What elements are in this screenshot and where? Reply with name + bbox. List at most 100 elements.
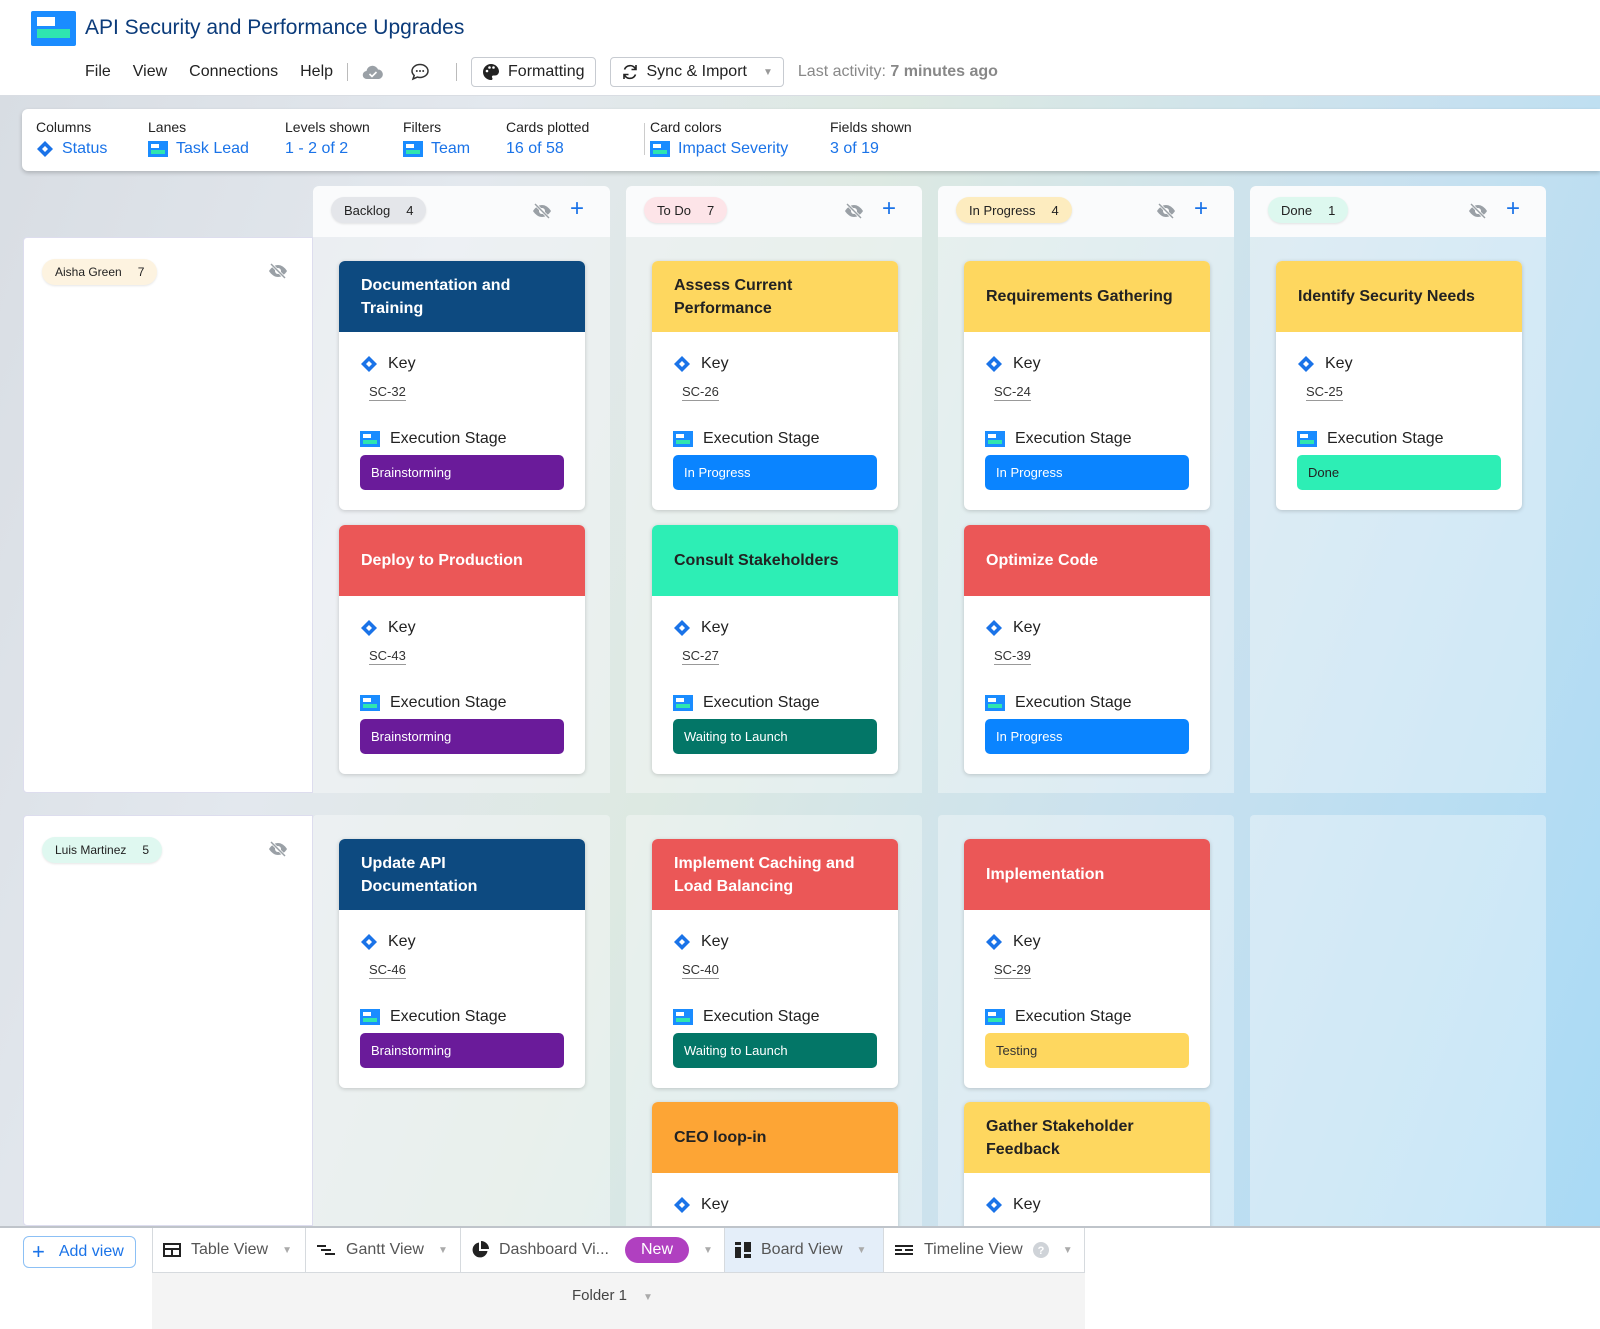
formatting-button[interactable]: Formatting	[471, 57, 596, 87]
field-icon	[360, 1009, 380, 1025]
config-fields-shown[interactable]: Fields shown 3 of 19	[830, 119, 912, 158]
card-body: Key SC-39 Execution Stage In Progress	[964, 596, 1210, 774]
hide-lane-icon[interactable]	[268, 261, 288, 281]
tab-gantt-view[interactable]: Gantt View ▼	[305, 1228, 460, 1272]
board-config-bar: Columns Status Lanes Task Lead Levels sh…	[22, 109, 1600, 171]
sync-import-label: Sync & Import	[646, 63, 747, 80]
card[interactable]: Assess Current Performance Key SC-26 Execut…	[652, 261, 898, 510]
column-pill[interactable]: In Progress 4	[956, 197, 1072, 223]
key-value-link[interactable]: SC-40	[682, 962, 719, 979]
field-key: Key	[673, 1193, 877, 1217]
field-key: Key	[360, 930, 564, 954]
add-card-icon[interactable]: +	[878, 197, 900, 221]
chevron-down-icon[interactable]: ▼	[438, 1245, 448, 1256]
field-icon	[985, 431, 1005, 447]
key-value-link[interactable]: SC-26	[682, 384, 719, 401]
cloud-check-icon[interactable]	[362, 64, 384, 80]
field-label: Key	[388, 355, 416, 372]
field-label: Key	[701, 355, 729, 372]
column-count: 1	[1328, 202, 1336, 218]
card[interactable]: Deploy to Production Key SC-43 Execution St…	[339, 525, 585, 774]
card[interactable]: Identify Security Needs Key SC-25 Execution…	[1276, 261, 1522, 510]
sync-icon	[621, 63, 639, 81]
stage-badge: Waiting to Launch	[673, 1033, 877, 1068]
column-pill[interactable]: Backlog 4	[331, 197, 427, 223]
field-label: Key	[388, 619, 416, 636]
key-value-link[interactable]: SC-25	[1306, 384, 1343, 401]
chevron-down-icon[interactable]: ▼	[857, 1245, 867, 1256]
card-title: Implementation	[964, 839, 1210, 910]
field-execution-stage: Execution Stage	[360, 427, 564, 451]
hide-icon[interactable]	[844, 201, 864, 221]
menu-connections[interactable]: Connections	[189, 63, 278, 81]
card[interactable]: Gather Stakeholder Feedback Key	[964, 1102, 1210, 1237]
lane-pill[interactable]: Luis Martinez 5	[42, 837, 163, 863]
column-pill[interactable]: To Do 7	[644, 197, 728, 223]
sync-import-button[interactable]: Sync & Import ▼	[609, 57, 784, 87]
config-levels[interactable]: Levels shown 1 - 2 of 2	[285, 119, 370, 158]
card[interactable]: Consult Stakeholders Key SC-27 Execution St…	[652, 525, 898, 774]
last-activity-value: 7 minutes ago	[890, 63, 998, 80]
tab-dashboard-view[interactable]: Dashboard Vi... New ▼	[460, 1228, 724, 1272]
lane-name: Luis Martinez	[55, 843, 127, 857]
field-key: Key	[985, 352, 1189, 376]
field-label: Execution Stage	[390, 1008, 507, 1025]
stage-badge: In Progress	[673, 455, 877, 490]
svg-text:?: ?	[1037, 1245, 1044, 1257]
lane-pill[interactable]: Aisha Green 7	[42, 259, 158, 285]
card[interactable]: Optimize Code Key SC-39 Execution Stage In P…	[964, 525, 1210, 774]
hide-icon[interactable]	[1156, 201, 1176, 221]
add-card-icon[interactable]: +	[1190, 197, 1212, 221]
menu-file[interactable]: File	[85, 63, 111, 81]
card[interactable]: Update API Documentation Key SC-46 Executio…	[339, 839, 585, 1088]
key-value-link[interactable]: SC-46	[369, 962, 406, 979]
card[interactable]: CEO loop-in Key	[652, 1102, 898, 1237]
card[interactable]: Requirements Gathering Key SC-24 Execution …	[964, 261, 1210, 510]
card[interactable]: Documentation and Training Key SC-32 Execut…	[339, 261, 585, 510]
diamond-icon	[673, 355, 691, 373]
tab-timeline-view[interactable]: Timeline View ? ▼	[883, 1228, 1085, 1272]
folder-selector[interactable]: Folder 1 ▼	[572, 1287, 653, 1304]
key-value-link[interactable]: SC-24	[994, 384, 1031, 401]
add-card-icon[interactable]: +	[566, 197, 588, 221]
last-activity: Last activity: 7 minutes ago	[797, 63, 998, 80]
new-badge: New	[625, 1237, 689, 1263]
key-value-link[interactable]: SC-29	[994, 962, 1031, 979]
chevron-down-icon[interactable]: ▼	[282, 1245, 292, 1256]
field-icon	[650, 141, 670, 157]
card[interactable]: Implementation Key SC-29 Execution Stage Tes…	[964, 839, 1210, 1088]
key-value-link[interactable]: SC-27	[682, 648, 719, 665]
config-filters[interactable]: Filters Team	[403, 119, 470, 158]
hide-icon[interactable]	[532, 201, 552, 221]
diamond-icon	[36, 140, 54, 158]
key-value-link[interactable]: SC-32	[369, 384, 406, 401]
plus-icon: +	[32, 1239, 45, 1264]
column-header-backlog: Backlog 4 +	[313, 186, 610, 237]
hide-lane-icon[interactable]	[268, 839, 288, 859]
config-cards-plotted[interactable]: Cards plotted 16 of 58	[506, 119, 589, 158]
config-card-colors[interactable]: Card colors Impact Severity	[650, 119, 788, 158]
add-card-icon[interactable]: +	[1502, 197, 1524, 221]
diamond-icon	[985, 1196, 1003, 1214]
key-value-link[interactable]: SC-39	[994, 648, 1031, 665]
tab-table-view[interactable]: Table View ▼	[152, 1228, 305, 1272]
key-value-link[interactable]: SC-43	[369, 648, 406, 665]
comment-icon[interactable]	[410, 62, 430, 82]
menu-view[interactable]: View	[133, 63, 167, 81]
field-label: Execution Stage	[1015, 694, 1132, 711]
config-columns[interactable]: Columns Status	[36, 119, 107, 158]
column-pill[interactable]: Done 1	[1268, 197, 1349, 223]
hide-icon[interactable]	[1468, 201, 1488, 221]
menu-help[interactable]: Help	[300, 63, 333, 81]
tab-board-view[interactable]: Board View ▼	[724, 1228, 883, 1272]
config-lanes[interactable]: Lanes Task Lead	[148, 119, 249, 158]
help-icon[interactable]: ?	[1032, 1242, 1049, 1258]
card[interactable]: Implement Caching and Load Balancing Key S…	[652, 839, 898, 1088]
column-name: In Progress	[969, 202, 1036, 218]
chevron-down-icon[interactable]: ▼	[1063, 1245, 1073, 1256]
chevron-down-icon[interactable]: ▼	[703, 1245, 713, 1256]
stage-badge: Waiting to Launch	[673, 719, 877, 754]
add-view-button[interactable]: + Add view	[23, 1236, 136, 1268]
card-title: Implement Caching and Load Balancing	[652, 839, 898, 910]
lane-header-1: Luis Martinez 5	[23, 815, 313, 1226]
